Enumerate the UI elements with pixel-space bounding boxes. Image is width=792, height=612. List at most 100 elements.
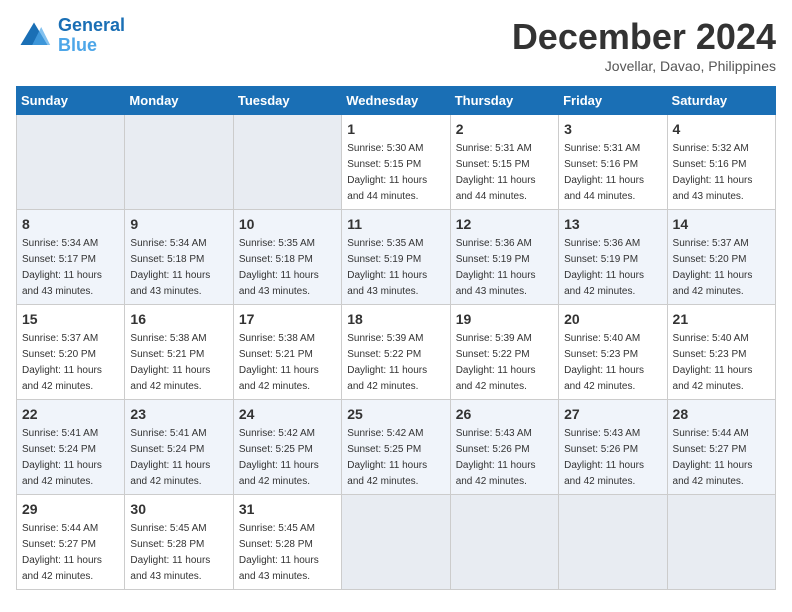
day-number: 29 (22, 499, 119, 519)
calendar-cell: 24 Sunrise: 5:42 AMSunset: 5:25 PMDaylig… (233, 400, 341, 495)
day-info: Sunrise: 5:38 AMSunset: 5:21 PMDaylight:… (239, 333, 319, 392)
calendar-cell: 23 Sunrise: 5:41 AMSunset: 5:24 PMDaylig… (125, 400, 233, 495)
page-header: General Blue December 2024 Jovellar, Dav… (16, 16, 776, 74)
column-header-tuesday: Tuesday (233, 87, 341, 115)
day-number: 18 (347, 309, 444, 329)
calendar-cell: 19 Sunrise: 5:39 AMSunset: 5:22 PMDaylig… (450, 305, 558, 400)
day-number: 20 (564, 309, 661, 329)
day-info: Sunrise: 5:31 AMSunset: 5:15 PMDaylight:… (456, 143, 536, 202)
column-header-wednesday: Wednesday (342, 87, 450, 115)
day-number: 3 (564, 119, 661, 139)
day-info: Sunrise: 5:41 AMSunset: 5:24 PMDaylight:… (130, 428, 210, 487)
day-number: 31 (239, 499, 336, 519)
calendar-cell: 17 Sunrise: 5:38 AMSunset: 5:21 PMDaylig… (233, 305, 341, 400)
calendar-week-row: 1 Sunrise: 5:30 AMSunset: 5:15 PMDayligh… (17, 115, 776, 210)
day-info: Sunrise: 5:39 AMSunset: 5:22 PMDaylight:… (347, 333, 427, 392)
day-number: 16 (130, 309, 227, 329)
day-number: 12 (456, 214, 553, 234)
day-number: 9 (130, 214, 227, 234)
calendar-week-row: 15 Sunrise: 5:37 AMSunset: 5:20 PMDaylig… (17, 305, 776, 400)
day-number: 1 (347, 119, 444, 139)
day-info: Sunrise: 5:40 AMSunset: 5:23 PMDaylight:… (564, 333, 644, 392)
day-info: Sunrise: 5:35 AMSunset: 5:18 PMDaylight:… (239, 238, 319, 297)
column-header-friday: Friday (559, 87, 667, 115)
day-info: Sunrise: 5:40 AMSunset: 5:23 PMDaylight:… (673, 333, 753, 392)
day-info: Sunrise: 5:36 AMSunset: 5:19 PMDaylight:… (456, 238, 536, 297)
calendar-cell: 30 Sunrise: 5:45 AMSunset: 5:28 PMDaylig… (125, 495, 233, 590)
column-header-saturday: Saturday (667, 87, 775, 115)
calendar-cell: 25 Sunrise: 5:42 AMSunset: 5:25 PMDaylig… (342, 400, 450, 495)
day-info: Sunrise: 5:42 AMSunset: 5:25 PMDaylight:… (239, 428, 319, 487)
calendar-cell: 21 Sunrise: 5:40 AMSunset: 5:23 PMDaylig… (667, 305, 775, 400)
calendar-cell: 8 Sunrise: 5:34 AMSunset: 5:17 PMDayligh… (17, 210, 125, 305)
calendar-week-row: 8 Sunrise: 5:34 AMSunset: 5:17 PMDayligh… (17, 210, 776, 305)
day-number: 21 (673, 309, 770, 329)
day-number: 27 (564, 404, 661, 424)
column-header-monday: Monday (125, 87, 233, 115)
calendar-cell (667, 495, 775, 590)
day-info: Sunrise: 5:34 AMSunset: 5:18 PMDaylight:… (130, 238, 210, 297)
day-info: Sunrise: 5:38 AMSunset: 5:21 PMDaylight:… (130, 333, 210, 392)
calendar-cell: 15 Sunrise: 5:37 AMSunset: 5:20 PMDaylig… (17, 305, 125, 400)
day-number: 23 (130, 404, 227, 424)
day-info: Sunrise: 5:42 AMSunset: 5:25 PMDaylight:… (347, 428, 427, 487)
day-number: 28 (673, 404, 770, 424)
calendar-table: SundayMondayTuesdayWednesdayThursdayFrid… (16, 86, 776, 590)
day-info: Sunrise: 5:31 AMSunset: 5:16 PMDaylight:… (564, 143, 644, 202)
calendar-cell: 28 Sunrise: 5:44 AMSunset: 5:27 PMDaylig… (667, 400, 775, 495)
month-title: December 2024 (512, 16, 776, 58)
calendar-week-row: 29 Sunrise: 5:44 AMSunset: 5:27 PMDaylig… (17, 495, 776, 590)
calendar-cell (17, 115, 125, 210)
calendar-cell: 3 Sunrise: 5:31 AMSunset: 5:16 PMDayligh… (559, 115, 667, 210)
logo-text: General Blue (58, 16, 125, 56)
day-info: Sunrise: 5:44 AMSunset: 5:27 PMDaylight:… (22, 523, 102, 582)
day-info: Sunrise: 5:35 AMSunset: 5:19 PMDaylight:… (347, 238, 427, 297)
day-number: 8 (22, 214, 119, 234)
calendar-cell (125, 115, 233, 210)
day-info: Sunrise: 5:37 AMSunset: 5:20 PMDaylight:… (673, 238, 753, 297)
calendar-cell (450, 495, 558, 590)
day-number: 22 (22, 404, 119, 424)
calendar-cell: 27 Sunrise: 5:43 AMSunset: 5:26 PMDaylig… (559, 400, 667, 495)
logo: General Blue (16, 16, 125, 56)
title-block: December 2024 Jovellar, Davao, Philippin… (512, 16, 776, 74)
day-info: Sunrise: 5:34 AMSunset: 5:17 PMDaylight:… (22, 238, 102, 297)
day-number: 17 (239, 309, 336, 329)
calendar-cell: 12 Sunrise: 5:36 AMSunset: 5:19 PMDaylig… (450, 210, 558, 305)
day-number: 25 (347, 404, 444, 424)
location: Jovellar, Davao, Philippines (512, 58, 776, 74)
column-header-thursday: Thursday (450, 87, 558, 115)
day-info: Sunrise: 5:44 AMSunset: 5:27 PMDaylight:… (673, 428, 753, 487)
day-number: 13 (564, 214, 661, 234)
calendar-cell: 14 Sunrise: 5:37 AMSunset: 5:20 PMDaylig… (667, 210, 775, 305)
day-info: Sunrise: 5:41 AMSunset: 5:24 PMDaylight:… (22, 428, 102, 487)
calendar-cell (559, 495, 667, 590)
calendar-cell: 18 Sunrise: 5:39 AMSunset: 5:22 PMDaylig… (342, 305, 450, 400)
day-number: 24 (239, 404, 336, 424)
calendar-cell: 9 Sunrise: 5:34 AMSunset: 5:18 PMDayligh… (125, 210, 233, 305)
column-header-sunday: Sunday (17, 87, 125, 115)
calendar-cell (342, 495, 450, 590)
day-number: 2 (456, 119, 553, 139)
calendar-cell: 26 Sunrise: 5:43 AMSunset: 5:26 PMDaylig… (450, 400, 558, 495)
day-number: 10 (239, 214, 336, 234)
calendar-cell: 16 Sunrise: 5:38 AMSunset: 5:21 PMDaylig… (125, 305, 233, 400)
day-number: 4 (673, 119, 770, 139)
calendar-cell: 13 Sunrise: 5:36 AMSunset: 5:19 PMDaylig… (559, 210, 667, 305)
day-number: 14 (673, 214, 770, 234)
day-number: 19 (456, 309, 553, 329)
day-number: 11 (347, 214, 444, 234)
calendar-cell: 1 Sunrise: 5:30 AMSunset: 5:15 PMDayligh… (342, 115, 450, 210)
calendar-cell: 4 Sunrise: 5:32 AMSunset: 5:16 PMDayligh… (667, 115, 775, 210)
calendar-week-row: 22 Sunrise: 5:41 AMSunset: 5:24 PMDaylig… (17, 400, 776, 495)
calendar-cell: 31 Sunrise: 5:45 AMSunset: 5:28 PMDaylig… (233, 495, 341, 590)
calendar-cell: 20 Sunrise: 5:40 AMSunset: 5:23 PMDaylig… (559, 305, 667, 400)
day-info: Sunrise: 5:30 AMSunset: 5:15 PMDaylight:… (347, 143, 427, 202)
day-info: Sunrise: 5:32 AMSunset: 5:16 PMDaylight:… (673, 143, 753, 202)
day-info: Sunrise: 5:45 AMSunset: 5:28 PMDaylight:… (239, 523, 319, 582)
calendar-cell: 22 Sunrise: 5:41 AMSunset: 5:24 PMDaylig… (17, 400, 125, 495)
day-info: Sunrise: 5:36 AMSunset: 5:19 PMDaylight:… (564, 238, 644, 297)
calendar-cell: 10 Sunrise: 5:35 AMSunset: 5:18 PMDaylig… (233, 210, 341, 305)
calendar-cell: 2 Sunrise: 5:31 AMSunset: 5:15 PMDayligh… (450, 115, 558, 210)
calendar-cell (233, 115, 341, 210)
